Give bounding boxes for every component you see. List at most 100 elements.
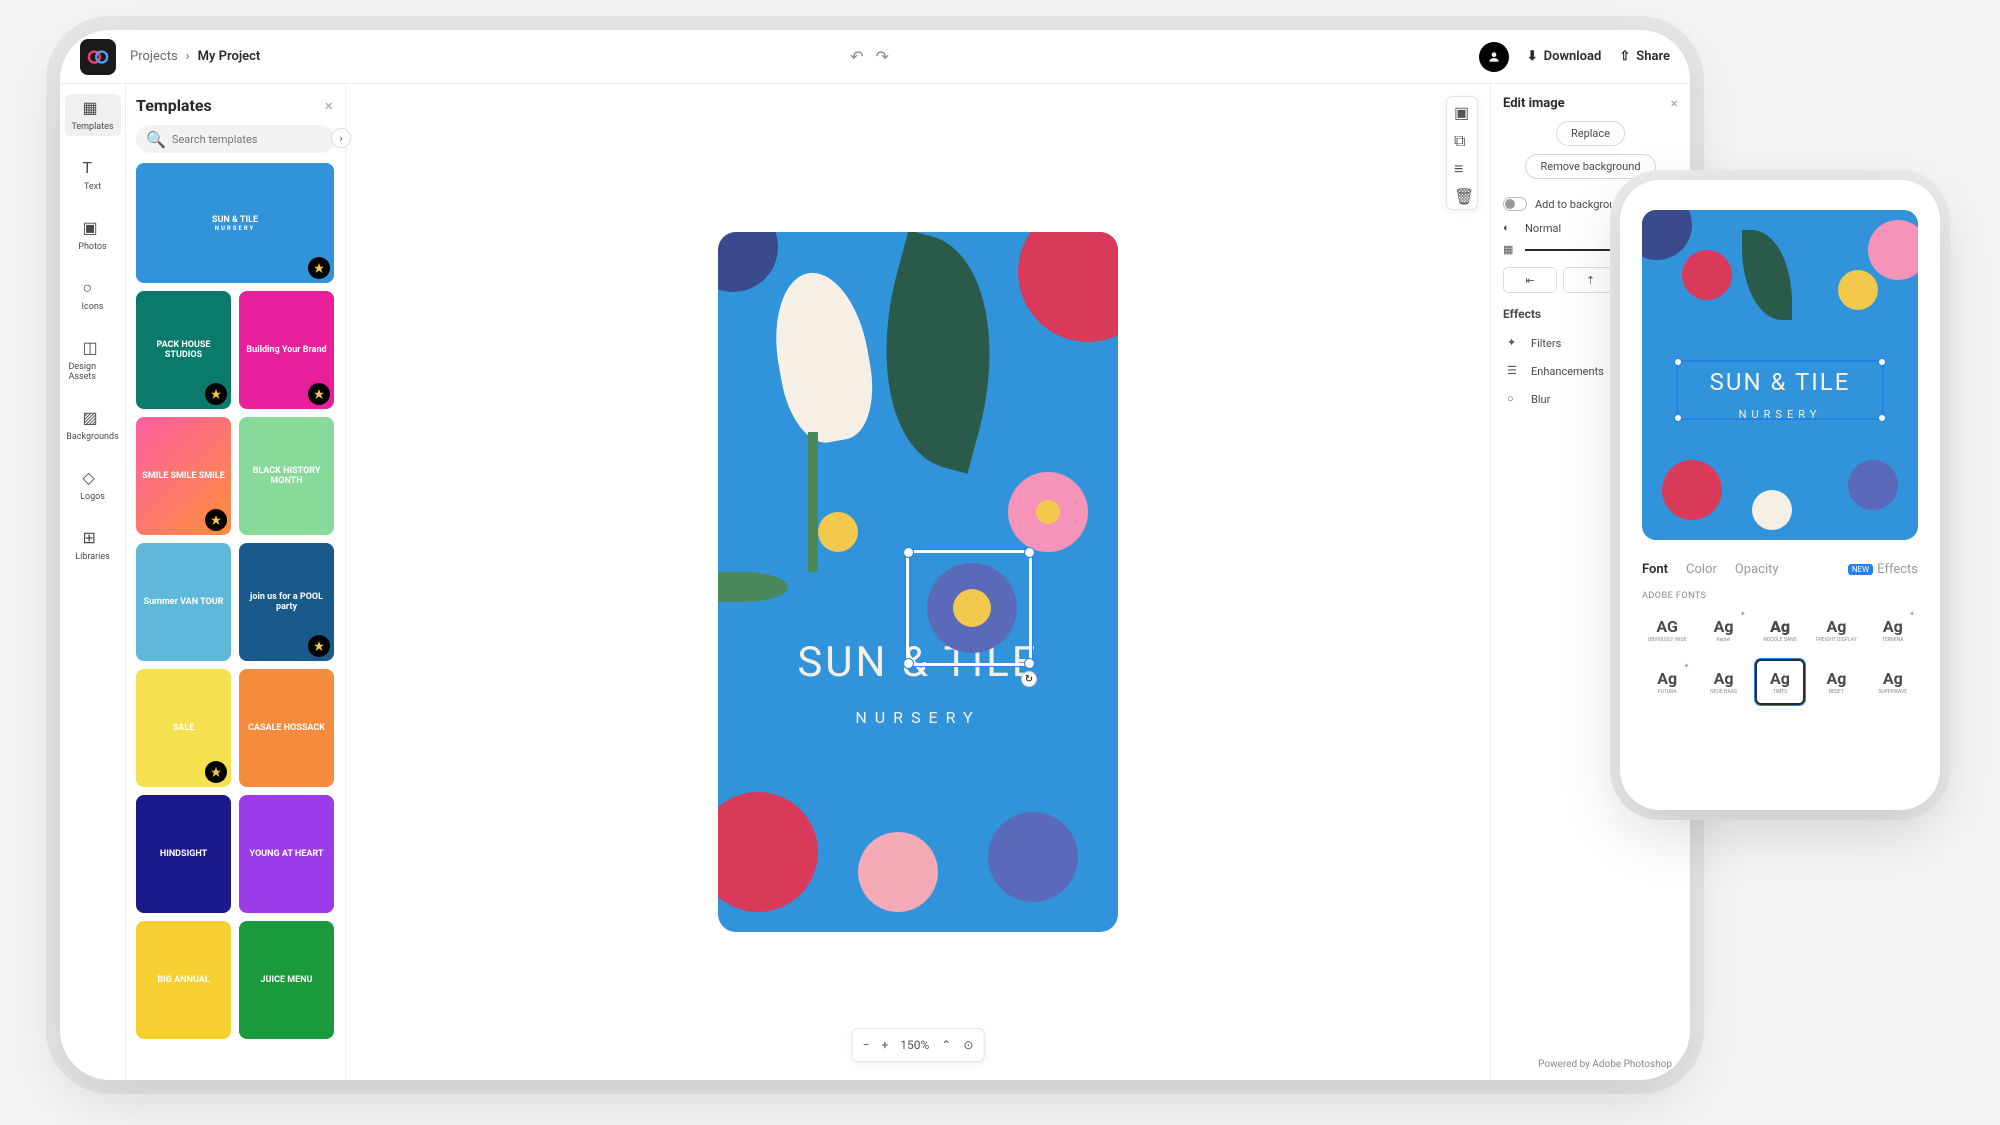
breadcrumb: Projects › My Project (130, 49, 260, 64)
close-icon[interactable]: × (1671, 96, 1678, 112)
rail-templates[interactable]: ▦Templates (65, 94, 121, 136)
download-icon: ⬇ (1527, 49, 1538, 64)
libraries-icon: ⊞ (83, 528, 103, 548)
font-card[interactable]: AgFREIGHT DISPLAY (1811, 607, 1861, 653)
rail-design-assets[interactable]: ◫Design Assets (65, 334, 121, 386)
rotate-icon[interactable]: ↻ (1021, 671, 1037, 687)
canvas-subtitle[interactable]: NURSERY (718, 708, 1118, 727)
tab-effects[interactable]: NEWEffects (1848, 562, 1918, 577)
artboard[interactable]: SUN & TILE NURSERY ↻ (718, 232, 1118, 932)
font-card[interactable]: AgNOODLE SANS (1755, 607, 1805, 653)
template-card[interactable]: join us for a POOL party (239, 543, 334, 661)
app-logo[interactable] (80, 39, 116, 75)
zoom-control: − + 150% ⌃ ⊙ (852, 1028, 985, 1062)
premium-icon (205, 383, 227, 405)
breadcrumb-current[interactable]: My Project (198, 49, 261, 64)
edit-title: Edit image (1503, 96, 1678, 111)
user-avatar[interactable] (1479, 42, 1509, 72)
fonts-section-label: ADOBE FONTS (1642, 591, 1918, 601)
flower-shape (718, 792, 818, 912)
template-card[interactable]: SMILE SMILE SMILE (136, 417, 231, 535)
handle-icon[interactable] (903, 547, 914, 558)
remove-bg-button[interactable]: Remove background (1525, 154, 1655, 179)
template-card[interactable]: BIG ANNUAL (136, 921, 231, 1039)
font-card[interactable]: AgTIMES (1755, 659, 1805, 705)
template-card[interactable]: Summer VAN TOUR (136, 543, 231, 661)
delete-icon[interactable]: 🗑 (1454, 187, 1470, 203)
rail-photos[interactable]: ▣Photos (65, 214, 121, 256)
icons-icon: ○ (83, 278, 103, 298)
filters-icon: ✦ (1507, 336, 1521, 350)
image-icon[interactable]: ▣ (1454, 103, 1470, 119)
chevron-up-icon[interactable]: ⌃ (941, 1038, 951, 1052)
text-icon: T (83, 158, 103, 178)
tab-color[interactable]: Color (1686, 562, 1717, 577)
redo-icon[interactable]: ↷ (876, 47, 889, 66)
font-card[interactable]: AgKepler✦ (1698, 607, 1748, 653)
breadcrumb-root[interactable]: Projects (130, 49, 178, 64)
template-card[interactable]: BLACK HISTORY MONTH (239, 417, 334, 535)
phone-tabs: Font Color Opacity NEWEffects (1642, 562, 1918, 577)
font-card[interactable]: AgRESET (1811, 659, 1861, 705)
fit-icon[interactable]: ⊙ (963, 1038, 973, 1052)
templates-grid: SUN & TILENURSERYPACK HOUSE STUDIOSBuild… (136, 163, 335, 1039)
share-button[interactable]: ⇧Share (1619, 49, 1670, 64)
template-card[interactable]: JUICE MENU (239, 921, 334, 1039)
search-input[interactable] (172, 133, 325, 146)
font-card[interactable]: AgNEUE HAAS (1698, 659, 1748, 705)
close-icon[interactable]: × (324, 96, 333, 115)
tab-opacity[interactable]: Opacity (1735, 562, 1779, 577)
flip-h-button[interactable]: ⇤ (1503, 267, 1557, 293)
phone-frame: SUN & TILE NURSERY Font Color Opacity NE… (1620, 180, 1940, 810)
blend-mode[interactable]: Normal (1525, 222, 1561, 235)
template-card[interactable]: CASALE HOSSACK (239, 669, 334, 787)
zoom-out-icon[interactable]: − (863, 1038, 870, 1052)
replace-button[interactable]: Replace (1556, 121, 1625, 146)
download-button[interactable]: ⬇Download (1527, 49, 1602, 64)
template-card[interactable]: Building Your Brand (239, 291, 334, 409)
template-card[interactable]: PACK HOUSE STUDIOS (136, 291, 231, 409)
premium-icon: ✦ (1684, 662, 1690, 670)
template-card[interactable]: HINDSIGHT (136, 795, 231, 913)
premium-icon: ✦ (1909, 610, 1915, 618)
photos-icon: ▣ (83, 218, 103, 238)
rail-icons[interactable]: ○Icons (65, 274, 121, 316)
selection-box[interactable]: ↻ (906, 550, 1032, 666)
search-icon: 🔍 (146, 130, 166, 149)
handle-icon[interactable] (903, 658, 914, 669)
font-card[interactable]: AgFUTURA✦ (1642, 659, 1692, 705)
powered-by: Powered by Adobe Photoshop (1538, 1059, 1672, 1070)
search-box[interactable]: 🔍 (136, 125, 335, 153)
template-card[interactable]: SALE (136, 669, 231, 787)
zoom-level[interactable]: 150% (900, 1038, 929, 1052)
share-icon: ⇧ (1619, 49, 1630, 64)
toggle-switch-icon (1503, 197, 1527, 211)
backgrounds-icon: ▨ (83, 408, 103, 428)
template-card[interactable]: YOUNG AT HEART (239, 795, 334, 913)
templates-title: Templates (136, 96, 335, 115)
premium-icon: ✦ (1740, 610, 1746, 618)
phone-selection[interactable] (1676, 360, 1884, 420)
rail-text[interactable]: TText (65, 154, 121, 196)
flower-shape (858, 832, 938, 912)
flip-v-button[interactable]: ⇡ (1563, 267, 1617, 293)
template-card[interactable]: SUN & TILENURSERY (136, 163, 334, 283)
flower-shape (818, 512, 858, 552)
logos-icon: ◇ (83, 468, 103, 488)
zoom-in-icon[interactable]: + (881, 1038, 888, 1052)
phone-artboard[interactable]: SUN & TILE NURSERY (1642, 210, 1918, 540)
undo-icon[interactable]: ↶ (850, 47, 863, 66)
layers-icon[interactable]: ≡ (1454, 159, 1470, 175)
tab-font[interactable]: Font (1642, 562, 1668, 577)
rail-libraries[interactable]: ⊞Libraries (65, 524, 121, 566)
handle-icon[interactable] (1024, 658, 1035, 669)
rail-logos[interactable]: ◇Logos (65, 464, 121, 506)
handle-icon[interactable] (1024, 547, 1035, 558)
opacity-icon: ▦ (1503, 243, 1517, 257)
duplicate-icon[interactable]: ⧉ (1454, 131, 1470, 147)
rail-backgrounds[interactable]: ▨Backgrounds (65, 404, 121, 446)
font-card[interactable]: AgSUPERWAVE (1868, 659, 1918, 705)
font-card[interactable]: AGOBVIOUSLY WIDE (1642, 607, 1692, 653)
expand-icon[interactable]: › (331, 128, 351, 148)
font-card[interactable]: AgTERMINA✦ (1868, 607, 1918, 653)
